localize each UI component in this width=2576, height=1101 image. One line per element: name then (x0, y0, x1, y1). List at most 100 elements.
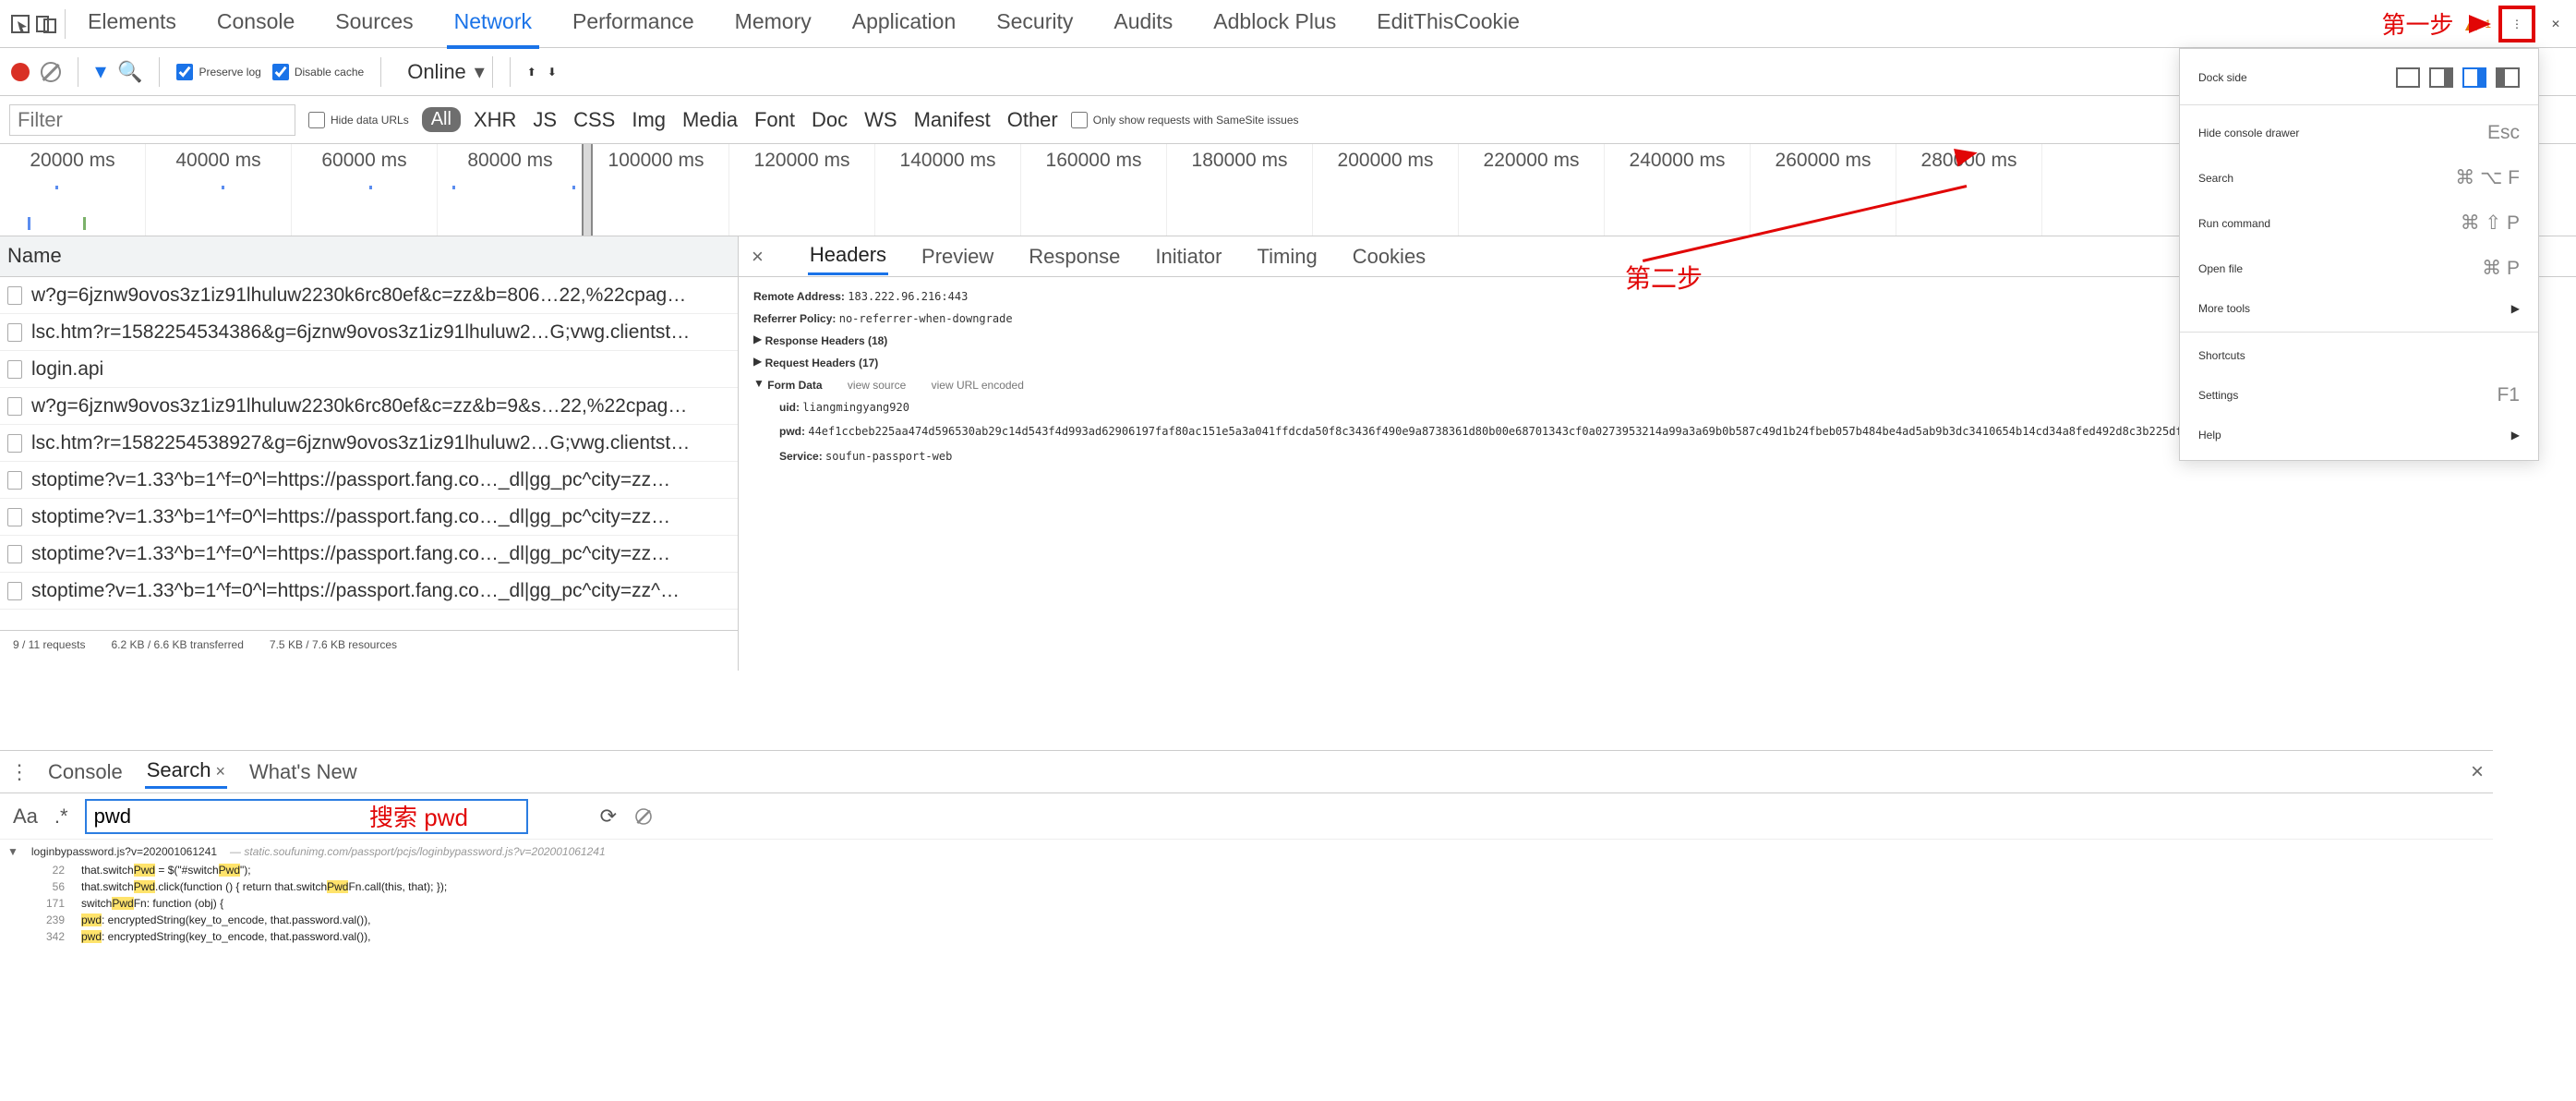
detail-tab-initiator[interactable]: Initiator (1153, 239, 1223, 274)
filter-other[interactable]: Other (1007, 108, 1058, 132)
preserve-log-checkbox[interactable]: Preserve log (176, 64, 260, 80)
search-result-line[interactable]: 239pwd: encryptedString(key_to_encode, t… (7, 912, 2486, 928)
detail-tab-preview[interactable]: Preview (920, 239, 995, 274)
detail-tab-response[interactable]: Response (1027, 239, 1122, 274)
filter-font[interactable]: Font (754, 108, 795, 132)
tab-application[interactable]: Application (845, 0, 964, 49)
file-icon (7, 286, 22, 305)
filter-input[interactable] (9, 104, 295, 136)
tab-elements[interactable]: Elements (80, 0, 184, 49)
search-result-line[interactable]: 342pwd: encryptedString(key_to_encode, t… (7, 928, 2486, 945)
request-row[interactable]: login.api (0, 351, 738, 388)
drawer-tab-search[interactable]: Search × (145, 755, 227, 789)
timeline-tick: 60000 ms (292, 144, 438, 236)
dock-left-icon[interactable] (2429, 67, 2453, 88)
filter-all[interactable]: All (422, 107, 461, 132)
search-result-line[interactable]: 171switchPwdFn: function (obj) { (7, 895, 2486, 912)
filter-media[interactable]: Media (682, 108, 738, 132)
throttling-select[interactable]: Online (398, 56, 493, 88)
request-row[interactable]: stoptime?v=1.33^b=1^f=0^l=https://passpo… (0, 536, 738, 573)
request-row[interactable]: stoptime?v=1.33^b=1^f=0^l=https://passpo… (0, 499, 738, 536)
search-result-line[interactable]: 22that.switchPwd = $("#switchPwd"); (7, 862, 2486, 878)
close-devtools-icon[interactable]: ✕ (2543, 11, 2569, 37)
clear-search-icon[interactable] (635, 808, 652, 825)
filter-img[interactable]: Img (632, 108, 666, 132)
upload-icon[interactable]: ⬆ (527, 66, 536, 79)
hide-urls-checkbox[interactable]: Hide data URLs (308, 112, 409, 128)
request-row[interactable]: lsc.htm?r=1582254534386&g=6jznw9ovos3z1i… (0, 314, 738, 351)
match-case-icon[interactable]: Aa (13, 805, 38, 829)
detail-tab-timing[interactable]: Timing (1256, 239, 1319, 274)
record-button[interactable] (11, 63, 30, 81)
more-menu-button[interactable]: ⋮ (2498, 6, 2535, 42)
filter-ws[interactable]: WS (864, 108, 897, 132)
column-header-name[interactable]: Name (0, 236, 738, 277)
filter-xhr[interactable]: XHR (474, 108, 516, 132)
annotation-step2: 第二步 (1625, 259, 1703, 296)
drawer-tab-what-s-new[interactable]: What's New (247, 756, 359, 788)
request-row[interactable]: w?g=6jznw9ovos3z1iz91lhuluw2230k6rc80ef&… (0, 277, 738, 314)
clear-icon[interactable] (41, 62, 61, 82)
view-url-encoded-link[interactable]: view URL encoded (932, 379, 1024, 392)
tab-console[interactable]: Console (210, 0, 302, 49)
file-icon (7, 508, 22, 526)
menu-item-settings[interactable]: SettingsF1 (2180, 373, 2538, 417)
menu-item-search[interactable]: Search⌘ ⌥ F (2180, 155, 2538, 200)
request-headers-toggle[interactable]: Request Headers (17) (765, 357, 879, 369)
filter-js[interactable]: JS (533, 108, 557, 132)
filter-doc[interactable]: Doc (812, 108, 848, 132)
timeline-tick: 180000 ms (1167, 144, 1313, 236)
tab-audits[interactable]: Audits (1106, 0, 1180, 49)
request-row[interactable]: stoptime?v=1.33^b=1^f=0^l=https://passpo… (0, 462, 738, 499)
drawer-menu-icon[interactable]: ⋮ (9, 760, 26, 784)
detail-tab-headers[interactable]: Headers (808, 237, 888, 275)
request-row[interactable]: lsc.htm?r=1582254538927&g=6jznw9ovos3z1i… (0, 425, 738, 462)
menu-item-run-command[interactable]: Run command⌘ ⇧ P (2180, 200, 2538, 246)
timeline-tick: 240000 ms (1605, 144, 1751, 236)
menu-item-shortcuts[interactable]: Shortcuts (2180, 338, 2538, 373)
file-icon (7, 434, 22, 453)
menu-item-help[interactable]: Help▶ (2180, 417, 2538, 453)
close-tab-icon[interactable]: × (211, 762, 225, 780)
tab-network[interactable]: Network (447, 0, 539, 49)
filter-manifest[interactable]: Manifest (914, 108, 991, 132)
timeline-tick: 200000 ms (1313, 144, 1459, 236)
menu-item-more-tools[interactable]: More tools▶ (2180, 291, 2538, 326)
search-icon[interactable]: 🔍 (117, 60, 142, 84)
filter-css[interactable]: CSS (573, 108, 615, 132)
device-icon[interactable] (33, 11, 59, 37)
result-file[interactable]: ▼ loginbypassword.js?v=202001061241 — st… (7, 841, 2486, 862)
filter-icon[interactable]: ▾ (95, 58, 106, 85)
drawer-tab-console[interactable]: Console (46, 756, 125, 788)
tab-security[interactable]: Security (989, 0, 1080, 49)
form-data-toggle[interactable]: Form Data (767, 379, 822, 392)
dock-undock-icon[interactable] (2396, 67, 2420, 88)
close-detail-icon[interactable]: × (752, 245, 764, 269)
tab-performance[interactable]: Performance (565, 0, 702, 49)
detail-tab-cookies[interactable]: Cookies (1351, 239, 1427, 274)
timeline-selection[interactable] (582, 144, 593, 236)
menu-item-hide-console-drawer[interactable]: Hide console drawerEsc (2180, 111, 2538, 155)
tab-editthiscookie[interactable]: EditThisCookie (1369, 0, 1527, 49)
request-row[interactable]: stoptime?v=1.33^b=1^f=0^l=https://passpo… (0, 573, 738, 610)
dock-bottom-icon[interactable] (2462, 67, 2486, 88)
tab-adblock-plus[interactable]: Adblock Plus (1206, 0, 1343, 49)
response-headers-toggle[interactable]: Response Headers (18) (765, 334, 888, 347)
regex-icon[interactable]: .* (54, 805, 68, 829)
remote-address-value: 183.222.96.216:443 (848, 290, 968, 303)
tab-sources[interactable]: Sources (328, 0, 420, 49)
refresh-search-icon[interactable]: ⟳ (600, 805, 617, 829)
disable-cache-checkbox[interactable]: Disable cache (272, 64, 364, 80)
view-source-link[interactable]: view source (848, 379, 906, 392)
dock-right-icon[interactable] (2496, 67, 2520, 88)
drawer-close-icon[interactable]: × (2471, 759, 2484, 785)
warning-badge[interactable]: ▲ 1 (2462, 12, 2491, 36)
search-result-line[interactable]: 56that.switchPwd.click(function () { ret… (7, 878, 2486, 895)
drawer-panel: ⋮ ConsoleSearch ×What's New × Aa .* 搜索 p… (0, 750, 2493, 1101)
inspect-icon[interactable] (7, 11, 33, 37)
request-row[interactable]: w?g=6jznw9ovos3z1iz91lhuluw2230k6rc80ef&… (0, 388, 738, 425)
download-icon[interactable]: ⬇ (548, 66, 557, 79)
menu-item-open-file[interactable]: Open file⌘ P (2180, 246, 2538, 291)
samesite-checkbox[interactable]: Only show requests with SameSite issues (1071, 112, 1299, 128)
tab-memory[interactable]: Memory (728, 0, 819, 49)
